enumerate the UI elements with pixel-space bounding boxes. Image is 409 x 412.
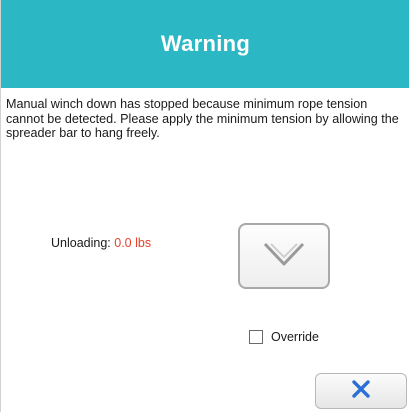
unloading-value: 0.0 — [114, 236, 132, 250]
chevron-down-icon — [261, 239, 307, 274]
unloading-unit: lbs — [135, 236, 152, 250]
unloading-label: Unloading: — [51, 236, 111, 250]
dialog-header: Warning — [1, 0, 409, 88]
close-icon — [351, 379, 371, 404]
override-checkbox[interactable] — [249, 330, 263, 344]
dialog-title: Warning — [160, 31, 251, 56]
unloading-readout: Unloading: 0.0 lbs — [51, 236, 151, 250]
warning-message: Manual winch down has stopped because mi… — [6, 97, 399, 140]
warning-dialog: Warning Manual winch down has stopped be… — [0, 0, 409, 412]
winch-down-button[interactable] — [238, 223, 330, 289]
close-button[interactable] — [315, 373, 407, 409]
override-label: Override — [271, 330, 319, 344]
override-toggle[interactable]: Override — [249, 330, 319, 344]
